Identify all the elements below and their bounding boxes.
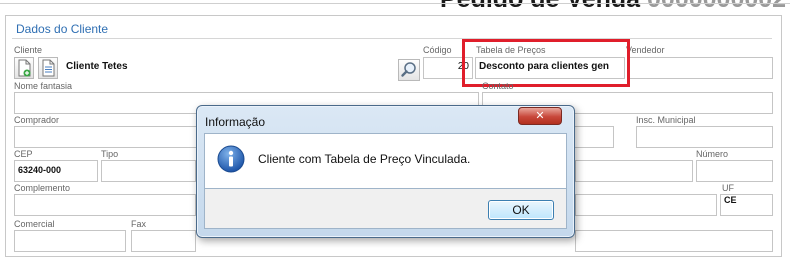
section-title: Dados do Cliente xyxy=(16,22,109,36)
cidade-field[interactable] xyxy=(575,194,717,216)
tipo-field[interactable] xyxy=(101,160,196,182)
order-number: 0000000002 xyxy=(647,0,786,13)
contato-label: Contato xyxy=(482,81,514,91)
search-client-button[interactable] xyxy=(398,59,420,81)
fax-label: Fax xyxy=(131,219,147,229)
cliente-label: Cliente xyxy=(14,45,43,55)
email-field[interactable] xyxy=(575,230,773,252)
new-client-button[interactable] xyxy=(14,57,34,79)
new-document-icon xyxy=(18,59,31,77)
section-divider xyxy=(12,38,772,39)
comercial-field[interactable] xyxy=(14,230,126,252)
cep-field[interactable]: 63240-000 xyxy=(14,160,98,182)
fax-field[interactable] xyxy=(131,230,196,252)
dialog-close-button[interactable]: ✕ xyxy=(518,107,562,125)
dialog-title: Informação xyxy=(205,115,266,129)
order-title-text: Pedido de Venda xyxy=(440,0,640,13)
tipo-label: Tipo xyxy=(101,149,119,159)
insc-municipal-label: Insc. Municipal xyxy=(636,115,696,125)
info-icon xyxy=(217,145,245,173)
comprador-label: Comprador xyxy=(14,115,60,125)
insc-municipal-field[interactable] xyxy=(636,126,773,148)
vendedor-label: Vendedor xyxy=(626,45,665,55)
edit-client-button[interactable] xyxy=(38,57,58,79)
vendedor-field[interactable] xyxy=(628,57,773,79)
complemento-field[interactable] xyxy=(14,194,196,216)
comercial-label: Comercial xyxy=(14,219,55,229)
highlight-box xyxy=(462,39,630,87)
dialog-message: Cliente com Tabela de Preço Vinculada. xyxy=(258,152,471,166)
search-icon xyxy=(401,62,416,77)
complemento-label: Complemento xyxy=(14,183,71,193)
numero-label: Número xyxy=(696,149,729,159)
top-divider xyxy=(0,3,790,4)
cliente-field[interactable]: Cliente Tetes xyxy=(62,57,420,79)
logradouro-field[interactable] xyxy=(575,160,693,182)
nome-fantasia-label: Nome fantasia xyxy=(14,81,73,91)
cep-label: CEP xyxy=(14,149,33,159)
document-icon xyxy=(42,59,55,77)
codigo-label: Código xyxy=(423,45,452,55)
numero-field[interactable] xyxy=(696,160,773,182)
uf-field[interactable]: CE xyxy=(720,194,773,216)
ok-button[interactable]: OK xyxy=(488,200,554,220)
uf-label: UF xyxy=(722,183,734,193)
close-icon: ✕ xyxy=(535,109,545,122)
